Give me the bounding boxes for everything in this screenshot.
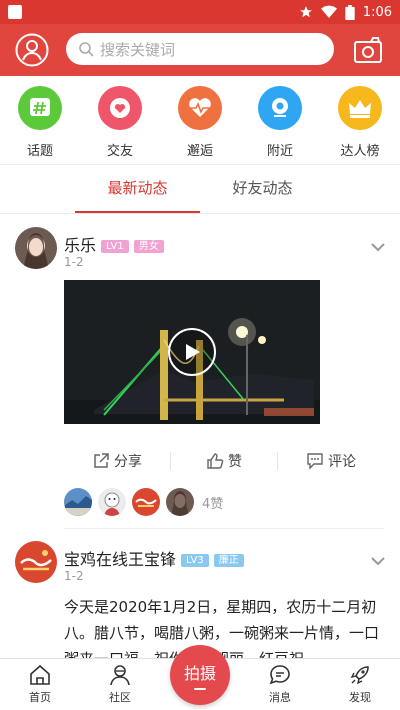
user-name[interactable]: 乐乐 (64, 236, 96, 255)
hashtag-icon (18, 86, 62, 130)
chevron-down-icon (371, 243, 385, 252)
liker-avatar[interactable] (166, 488, 194, 516)
camera-icon (354, 37, 382, 63)
post-user: 乐乐 LV1 男女 (64, 232, 164, 256)
feed-tabs: 最新动态 好友动态 (0, 165, 400, 214)
user-icon (15, 33, 49, 67)
home-icon (30, 664, 50, 685)
liker-avatar[interactable] (64, 488, 92, 516)
category-label: 话题 (26, 144, 53, 159)
category-label: 邂逅 (186, 144, 213, 159)
shoot-label: 拍摄 (183, 664, 216, 683)
camera-button[interactable] (350, 32, 386, 68)
comment-button[interactable]: 评论 (278, 451, 384, 471)
share-button[interactable]: 分享 (64, 451, 170, 471)
level-badge: LV3 (181, 554, 209, 567)
post-date: 1-2 (64, 569, 84, 583)
like-label: 赞 (228, 454, 242, 470)
search-input[interactable]: 搜索关键词 (66, 33, 334, 65)
liker-avatar[interactable] (98, 488, 126, 516)
heart-icon (98, 86, 142, 130)
nav-home[interactable]: 首页 (10, 663, 70, 705)
liker-list: 4赞 (64, 488, 223, 516)
comment-icon (307, 453, 323, 470)
category-row: 话题 交友 邂逅 附近 达人榜 (0, 76, 400, 164)
location-icon (258, 86, 302, 130)
post-user: 宝鸡在线王宝锋 LV3 廉正 (64, 546, 244, 570)
nav-label: 社区 (109, 691, 131, 704)
category-label: 交友 (106, 144, 133, 159)
nav-discover[interactable]: 发现 (330, 663, 390, 705)
post-menu-button[interactable] (370, 238, 386, 257)
notification-icon (8, 5, 22, 19)
category-label: 附近 (266, 144, 293, 159)
share-icon (94, 453, 109, 468)
category-encounter[interactable]: 邂逅 (160, 76, 240, 164)
search-placeholder: 搜索关键词 (100, 40, 176, 59)
status-time: 1:06 (362, 4, 392, 20)
user-name[interactable]: 宝鸡在线王宝锋 (64, 550, 176, 569)
level-badge: LV1 (101, 240, 129, 253)
wifi-icon (320, 5, 337, 19)
avatar[interactable] (15, 541, 57, 583)
tag-badge: 廉正 (213, 554, 244, 567)
rocket-icon (350, 666, 369, 685)
play-icon (186, 344, 200, 360)
category-nearby[interactable]: 附近 (240, 76, 320, 164)
nav-messages[interactable]: 消息 (250, 663, 310, 705)
liker-avatar[interactable] (132, 488, 160, 516)
star-icon (299, 6, 312, 18)
play-button[interactable] (168, 328, 216, 376)
category-friends[interactable]: 交友 (80, 76, 160, 164)
profile-button[interactable] (14, 32, 50, 68)
nav-label: 首页 (29, 691, 51, 704)
category-topic[interactable]: 话题 (0, 76, 80, 164)
divider (0, 213, 400, 214)
app-header: 搜索关键词 (0, 24, 400, 76)
minus-icon (194, 688, 206, 690)
like-count: 4赞 (202, 496, 224, 512)
share-label: 分享 (114, 454, 142, 470)
heartbeat-icon (178, 86, 222, 130)
tag-badge: 男女 (133, 240, 164, 253)
post-date: 1-2 (64, 255, 84, 269)
avatar[interactable] (15, 227, 57, 269)
tab-friends[interactable]: 好友动态 (200, 165, 325, 213)
post-actions: 分享 赞 评论 (64, 446, 384, 476)
community-icon (110, 665, 130, 686)
nav-label: 发现 (349, 691, 371, 704)
chevron-down-icon (371, 557, 385, 566)
category-label: 达人榜 (340, 144, 380, 159)
divider (64, 528, 384, 529)
post-menu-button[interactable] (370, 552, 386, 571)
nav-label: 消息 (269, 691, 291, 704)
search-icon (79, 42, 94, 57)
battery-icon (345, 4, 355, 20)
message-icon (269, 665, 290, 685)
like-button[interactable]: 赞 (171, 451, 277, 471)
thumbs-up-icon (207, 453, 224, 469)
nav-community[interactable]: 社区 (90, 663, 150, 705)
tab-latest[interactable]: 最新动态 (75, 165, 200, 214)
status-bar: 1:06 (0, 0, 400, 24)
category-ranking[interactable]: 达人榜 (320, 76, 400, 164)
video-thumbnail[interactable] (64, 280, 320, 424)
shoot-button[interactable]: 拍摄 (170, 645, 230, 705)
comment-label: 评论 (328, 454, 356, 470)
crown-icon (338, 86, 382, 130)
